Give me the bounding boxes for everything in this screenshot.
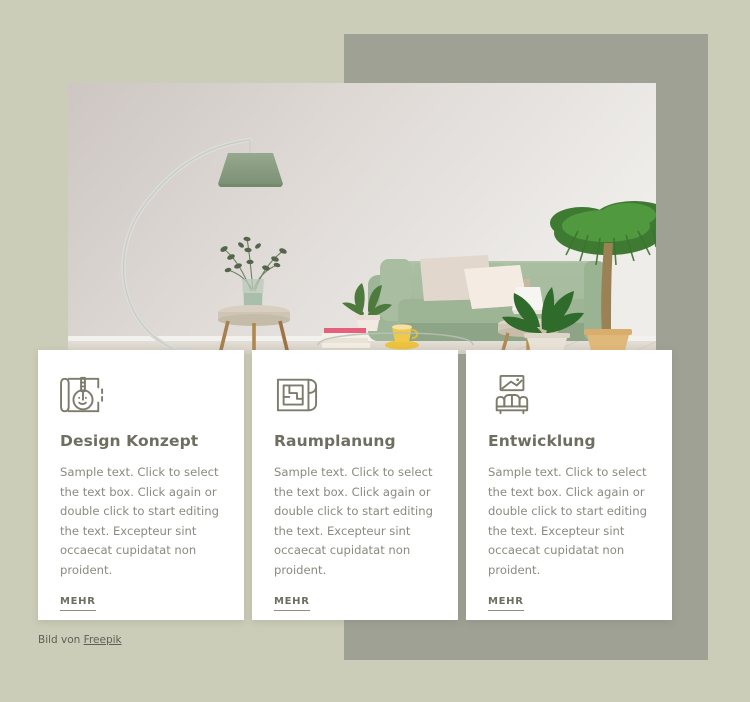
more-link[interactable]: MEHR [274, 596, 310, 611]
service-card[interactable]: Design Konzept Sample text. Click to sel… [38, 350, 244, 620]
card-title: Raumplanung [274, 432, 396, 450]
blueprint-drafting-tools-icon [60, 374, 106, 416]
card-description: Sample text. Click to select the text bo… [488, 465, 647, 577]
card-description: Sample text. Click to select the text bo… [60, 465, 219, 577]
image-credit: Bild von Freepik [38, 634, 122, 646]
sofa-with-picture-frame-icon [488, 374, 534, 416]
floor-plan-scroll-icon [274, 374, 320, 416]
service-card[interactable]: Raumplanung Sample text. Click to select… [252, 350, 458, 620]
hero-image-illustration [68, 83, 656, 354]
hero-image [68, 83, 656, 354]
freepik-link[interactable]: Freepik [84, 634, 122, 646]
card-description: Sample text. Click to select the text bo… [274, 465, 433, 577]
more-link[interactable]: MEHR [60, 596, 96, 611]
more-link[interactable]: MEHR [488, 596, 524, 611]
card-title: Entwicklung [488, 432, 596, 450]
service-cards-row: Design Konzept Sample text. Click to sel… [38, 350, 672, 620]
image-credit-prefix: Bild von [38, 634, 84, 646]
service-card[interactable]: Entwicklung Sample text. Click to select… [466, 350, 672, 620]
card-title: Design Konzept [60, 432, 199, 450]
